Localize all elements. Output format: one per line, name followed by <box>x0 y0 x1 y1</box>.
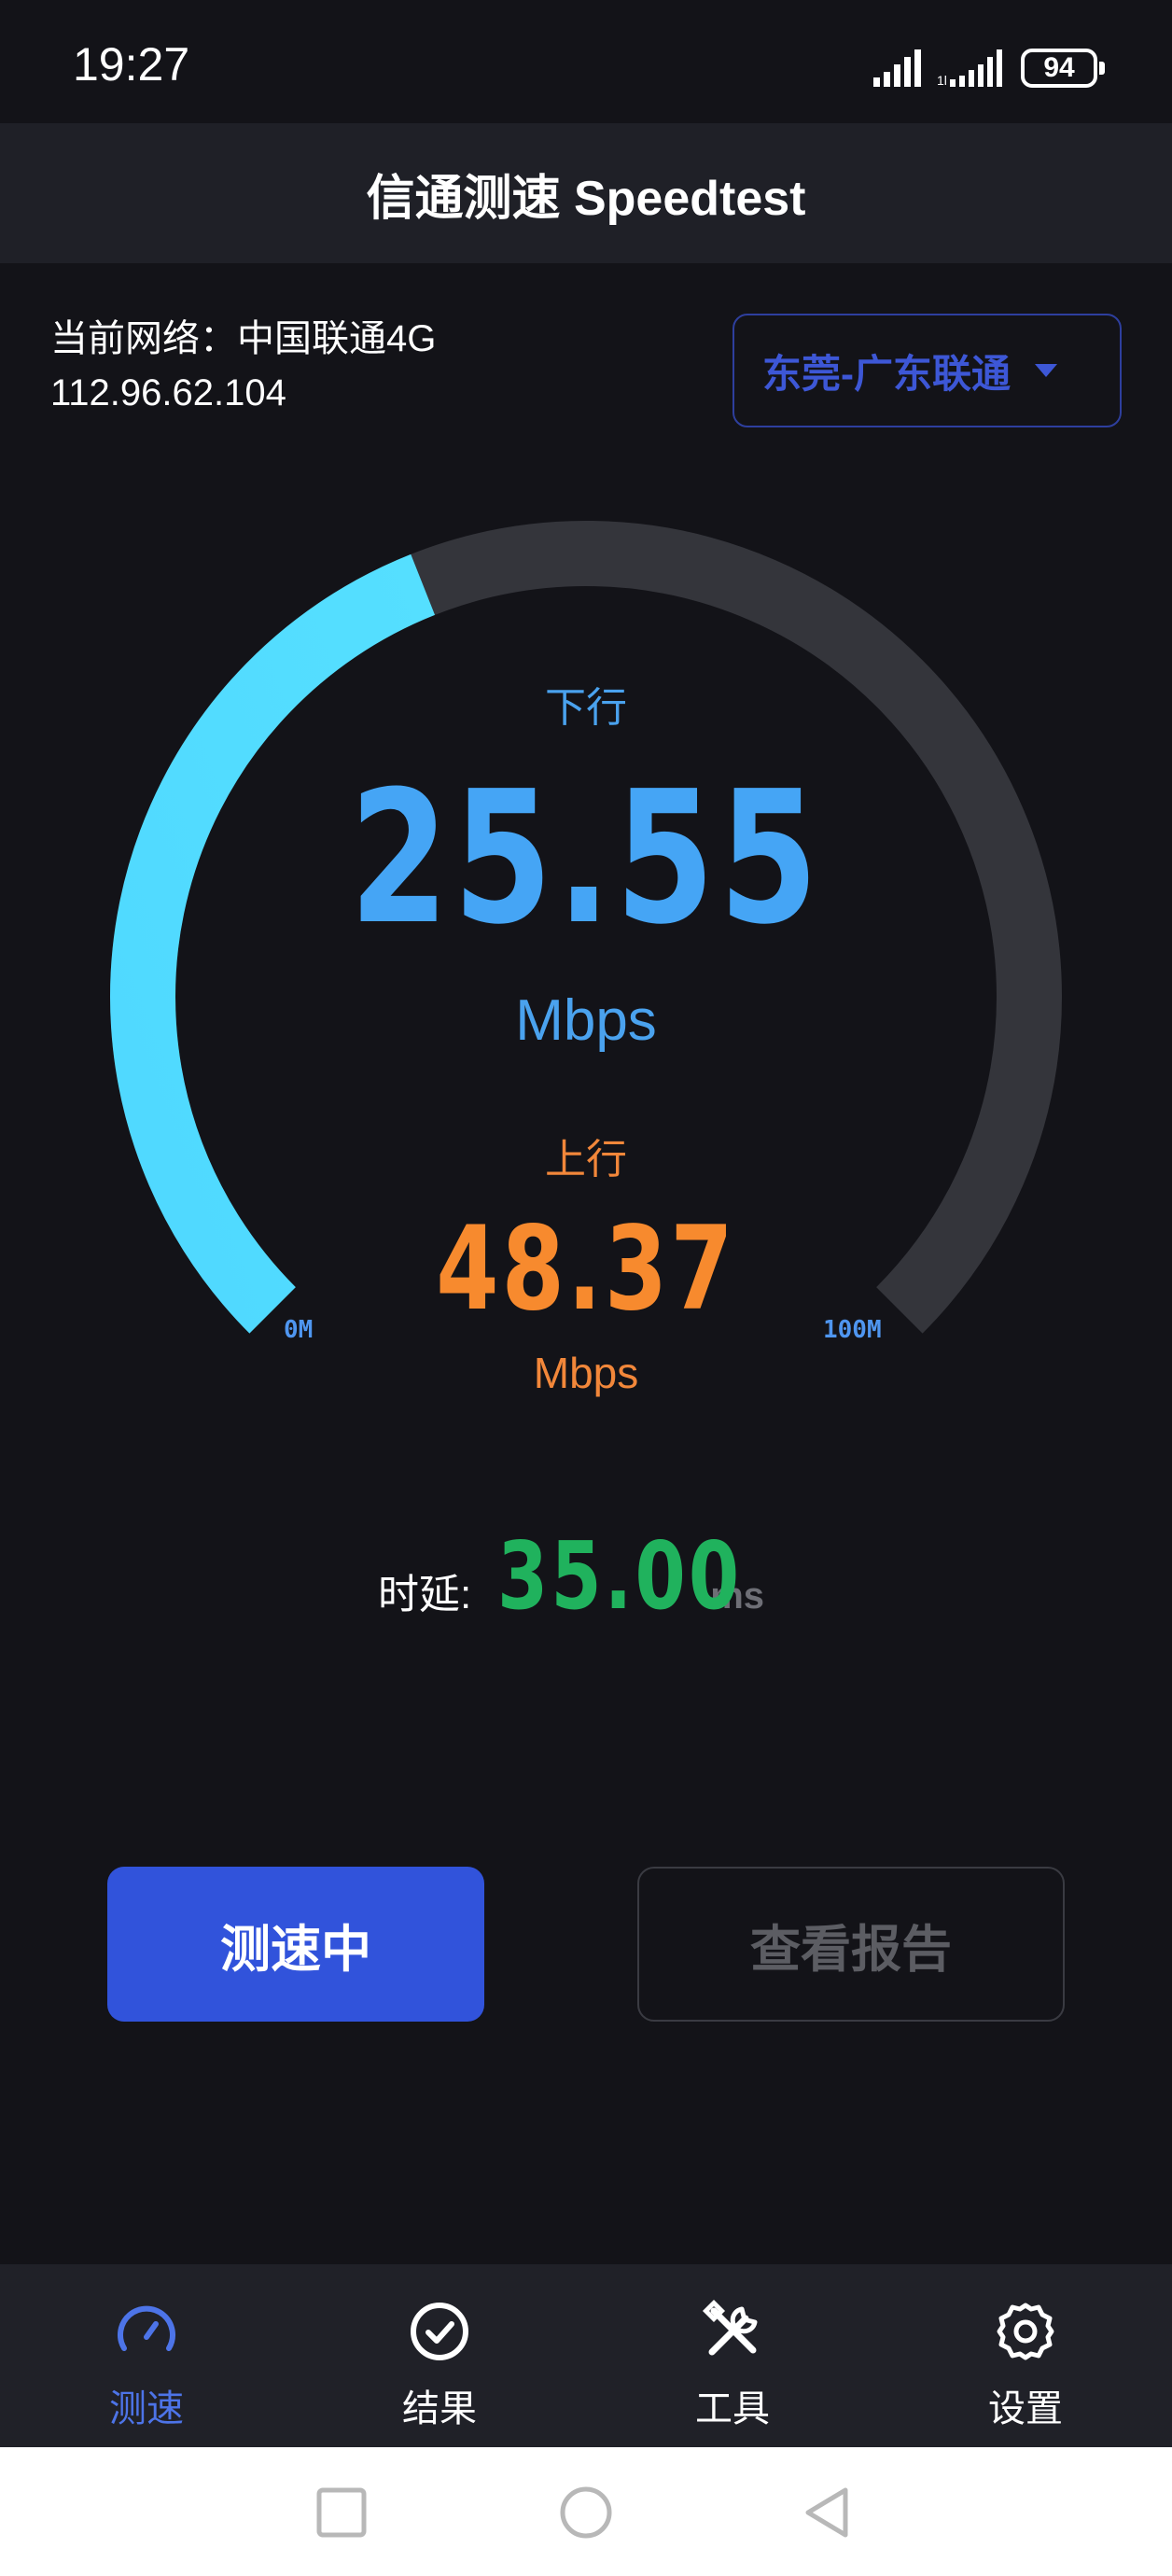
gear-icon <box>997 2303 1054 2360</box>
nav-item-settings[interactable]: 设置 <box>879 2264 1172 2447</box>
status-bar: 19:27 1l 94 <box>0 0 1172 123</box>
back-button[interactable] <box>789 2475 864 2550</box>
page-title: 信通测速 Speedtest <box>366 171 806 226</box>
upload-value: 48.37 <box>436 1202 736 1337</box>
battery-level: 94 <box>1043 52 1075 83</box>
nav-label: 结果 <box>402 2388 477 2429</box>
network-info: 当前网络：中国联通4G 112.96.62.104 <box>50 312 436 420</box>
ip-address: 112.96.62.104 <box>50 372 286 413</box>
caret-down-icon <box>1035 364 1057 377</box>
nav-item-results[interactable]: 结果 <box>293 2264 586 2447</box>
latency-row: 时延: 35.00 ms <box>378 1521 764 1631</box>
signal-icon-2: 1l <box>937 49 1002 88</box>
latency-label: 时延: <box>378 1572 472 1617</box>
view-report-button[interactable]: 查看报告 <box>637 1867 1065 2022</box>
nav-label: 设置 <box>988 2388 1063 2429</box>
server-select[interactable]: 东莞-广东联通 <box>732 314 1122 427</box>
nav-label: 工具 <box>695 2388 770 2429</box>
home-button[interactable] <box>549 2475 623 2550</box>
download-unit: Mbps <box>515 988 657 1053</box>
check-circle-icon <box>411 2303 468 2360</box>
upload-unit: Mbps <box>533 1349 639 1397</box>
tools-icon <box>702 2299 758 2356</box>
nav-item-speedtest[interactable]: 测速 <box>0 2264 293 2447</box>
signal-icon <box>873 49 921 87</box>
recent-apps-icon <box>316 2487 367 2538</box>
recent-apps-button[interactable] <box>304 2475 379 2550</box>
svg-text:1l: 1l <box>937 73 947 88</box>
status-time: 19:27 <box>73 38 190 91</box>
download-value: 25.55 <box>349 752 823 965</box>
battery-icon: 94 <box>1021 49 1105 88</box>
nav-label: 测速 <box>109 2388 184 2429</box>
system-nav-bar <box>0 2447 1172 2576</box>
upload-label: 上行 <box>545 1137 627 1183</box>
speedometer-icon <box>118 2305 175 2351</box>
home-icon <box>560 2486 612 2539</box>
status-icons: 1l 94 <box>872 45 1105 91</box>
bottom-nav: 测速 结果 工具 设置 <box>0 2264 1172 2447</box>
server-label: 东莞-广东联通 <box>762 351 1011 396</box>
app-header: 信通测速 Speedtest <box>0 123 1172 263</box>
back-icon <box>805 2487 848 2538</box>
current-network: 当前网络：中国联通4G <box>50 318 437 359</box>
latency-value: 35.00 <box>497 1521 743 1631</box>
testing-button[interactable]: 测速中 <box>107 1867 484 2022</box>
download-label: 下行 <box>545 685 627 731</box>
nav-item-tools[interactable]: 工具 <box>586 2264 879 2447</box>
